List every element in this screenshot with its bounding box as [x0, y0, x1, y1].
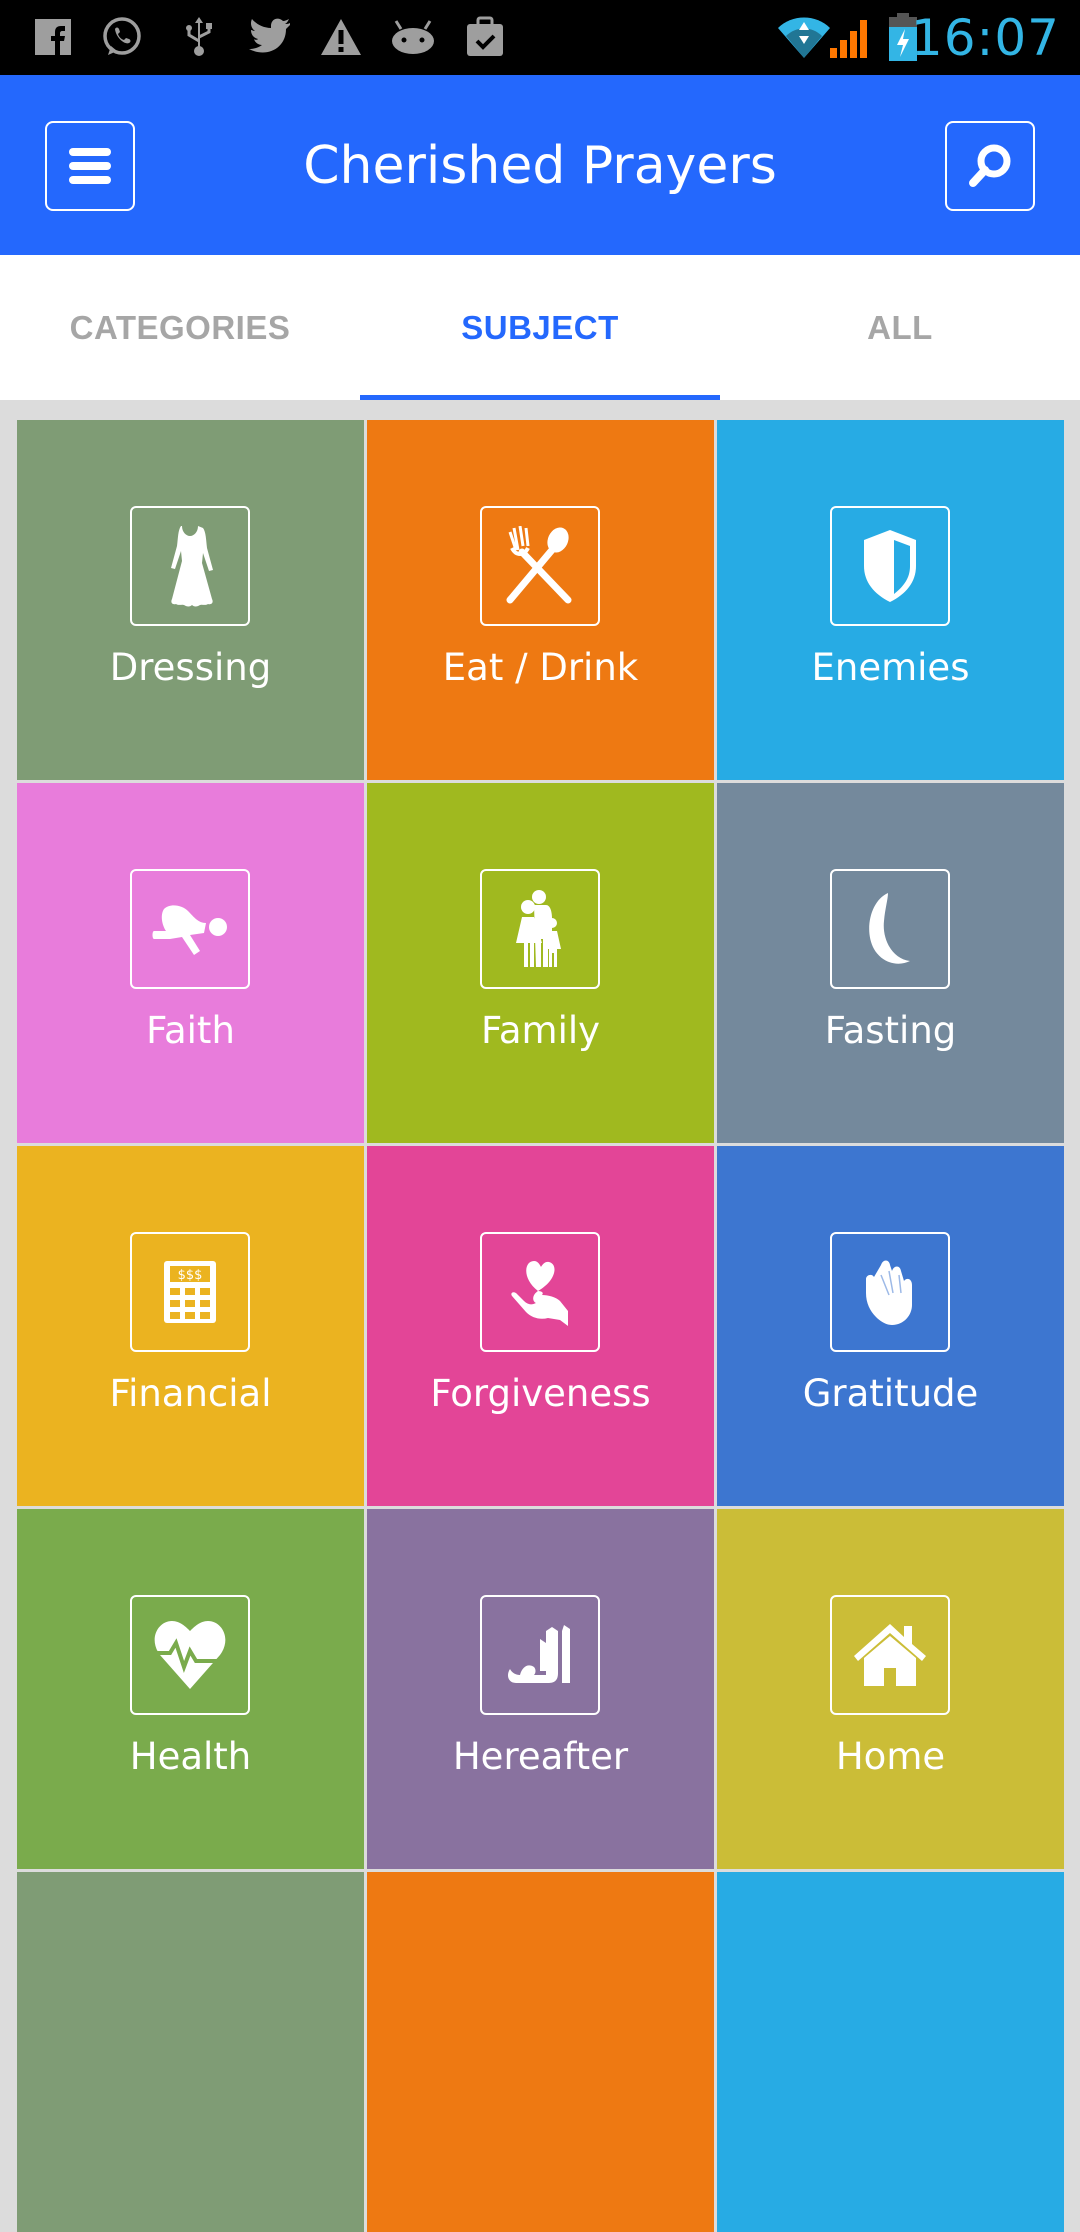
- app-bar: Cherished Prayers: [0, 75, 1080, 255]
- tile-label: Gratitude: [802, 1372, 979, 1415]
- calculator-icon: $$$: [163, 1260, 217, 1324]
- tile-icon-frame: [480, 869, 600, 989]
- tile-icon-frame: [130, 869, 250, 989]
- heart-pulse-icon: [152, 1619, 228, 1691]
- subject-tile-family[interactable]: Family: [367, 783, 714, 1143]
- family-icon: [510, 889, 570, 969]
- subject-tile-financial[interactable]: $$$ Financial: [17, 1146, 364, 1506]
- tile-label: Hereafter: [452, 1735, 629, 1778]
- tile-label: Faith: [146, 1009, 235, 1052]
- tile-icon-frame: [480, 506, 600, 626]
- tile-icon-frame: [830, 1595, 950, 1715]
- tab-bar: CATEGORIES SUBJECT ALL: [0, 255, 1080, 400]
- app-title: Cherished Prayers: [303, 136, 777, 196]
- tile-label: Home: [835, 1735, 946, 1778]
- tile-icon-frame: $$$: [130, 1232, 250, 1352]
- search-button[interactable]: [945, 121, 1035, 211]
- facebook-icon: [30, 14, 76, 60]
- subject-tile-enemies[interactable]: Enemies: [717, 420, 1064, 780]
- tile-icon-frame: [830, 869, 950, 989]
- heart-in-hand-icon: [502, 1257, 578, 1327]
- tile-icon-frame: [130, 1595, 250, 1715]
- subject-grid: Dressing Eat / Drink Enemies Faith Family Fas…: [17, 420, 1064, 2232]
- clipboard-check-icon: [462, 14, 508, 60]
- crescent-moon-icon: [860, 891, 920, 967]
- tile-icon-frame: [830, 1232, 950, 1352]
- subject-tile-forgiveness[interactable]: Forgiveness: [367, 1146, 714, 1506]
- warning-icon: [318, 14, 364, 60]
- fork-spoon-icon: [500, 526, 580, 606]
- search-icon: [965, 141, 1015, 191]
- subject-tile-faith[interactable]: Faith: [17, 783, 364, 1143]
- tile-label: Enemies: [811, 646, 970, 689]
- whatsapp-icon: [99, 14, 145, 60]
- subject-tile-dressing[interactable]: Dressing: [17, 420, 364, 780]
- tile-icon-frame: [130, 506, 250, 626]
- svg-text:$$$: $$$: [178, 1268, 203, 1283]
- subject-tile[interactable]: [17, 1872, 364, 2232]
- allah-calligraphy-icon: [504, 1623, 576, 1687]
- android-icon: [390, 14, 436, 60]
- subject-tile-health[interactable]: Health: [17, 1509, 364, 1869]
- tile-label: Family: [480, 1009, 601, 1052]
- subject-tile-home[interactable]: Home: [717, 1509, 1064, 1869]
- subject-tile-hereafter[interactable]: Hereafter: [367, 1509, 714, 1869]
- tile-label: Forgiveness: [430, 1372, 651, 1415]
- prostrating-person-icon: [152, 901, 228, 957]
- tile-label: Financial: [109, 1372, 272, 1415]
- tab-subject[interactable]: SUBJECT: [360, 255, 720, 400]
- twitter-icon: [247, 14, 293, 60]
- tile-label: Eat / Drink: [442, 646, 639, 689]
- tile-label: Dressing: [109, 646, 272, 689]
- cellular-signal-icon: [828, 14, 874, 60]
- usb-icon: [176, 14, 222, 60]
- tile-label: Health: [129, 1735, 252, 1778]
- praying-hands-icon: [859, 1257, 921, 1327]
- tab-all[interactable]: ALL: [720, 255, 1080, 400]
- tile-icon-frame: [830, 506, 950, 626]
- subject-tile-gratitude[interactable]: Gratitude: [717, 1146, 1064, 1506]
- status-bar: 16:07: [0, 0, 1080, 75]
- clock: 16:07: [910, 9, 1060, 67]
- subject-tile[interactable]: [367, 1872, 714, 2232]
- tile-label: Fasting: [824, 1009, 957, 1052]
- tile-icon-frame: [480, 1232, 600, 1352]
- tile-icon-frame: [480, 1595, 600, 1715]
- house-icon: [852, 1622, 928, 1688]
- subject-tile-fasting[interactable]: Fasting: [717, 783, 1064, 1143]
- shield-icon: [860, 528, 920, 604]
- tab-categories[interactable]: CATEGORIES: [0, 255, 360, 400]
- subject-tile-eat-drink[interactable]: Eat / Drink: [367, 420, 714, 780]
- wifi-icon: [776, 14, 832, 60]
- dress-icon: [160, 524, 220, 608]
- subject-tile[interactable]: [717, 1872, 1064, 2232]
